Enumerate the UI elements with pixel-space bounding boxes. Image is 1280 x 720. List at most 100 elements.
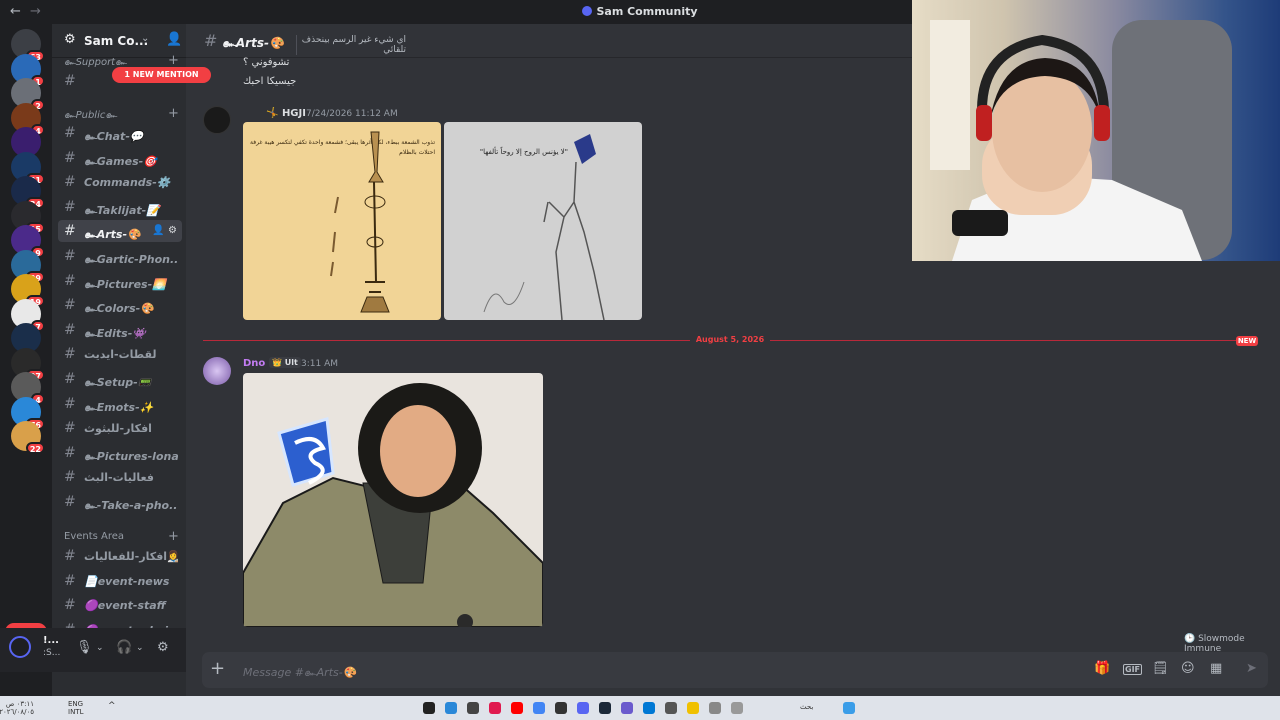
server-name: Sam Co... [84,34,149,48]
webcam-overlay [912,0,1280,261]
channel-topic[interactable]: اي شيء غير الرسم بينحذف تلقائي [296,35,406,55]
sticker-icon[interactable]: 🗒 [1152,661,1169,676]
user-settings-icon[interactable]: ⚙ [157,640,169,655]
apps-icon[interactable]: ▦ [1210,661,1222,676]
message-author[interactable]: 🤸 HGJI [266,108,306,119]
channel-item[interactable]: # ๛Colors-🎨 [58,294,182,316]
taskbar-app-icon[interactable] [643,702,655,714]
emoji-icon[interactable]: ☺ [1181,661,1195,676]
taskbar-app-icon[interactable] [687,702,699,714]
channel-settings-icon[interactable]: ⚙ [168,225,177,236]
os-taskbar: ٠٣:١١ ص ٢٠٢٦/٠٨/٠٥ ENG INTL ^ بحث [0,696,1280,720]
hashtag-icon: # [64,346,76,363]
category-events[interactable]: Events Area + [64,529,179,544]
chevron-down-icon[interactable]: ⌄ [136,643,144,653]
hashtag-icon: # [64,572,76,589]
channel-actions: 👤 ⚙ [152,225,177,236]
channel-item[interactable]: # افكار-للبثوث [58,417,182,439]
channel-item[interactable]: # ๛Pictures-lona [58,442,182,464]
taskbar-app-icon[interactable] [599,702,611,714]
upload-plus-icon[interactable]: + [210,658,225,679]
date-divider-label: August 5, 2026 [690,335,770,344]
channel-item[interactable]: # ๛-Take-a-pho... [58,491,182,513]
message-composer: + Message #๛Arts-🎨 🎁 GIF 🗒 ☺ ▦ ➤ [202,652,1268,688]
taskbar-app-icon[interactable] [467,702,479,714]
channel-item[interactable]: # ๛Taklijat-📝 [58,196,182,218]
channel-item[interactable]: # فعاليات-البث [58,466,182,488]
artwork-candle-image[interactable]: تذوب الشمعة ببطء، لكن أثرها يبقى؛ فشمعة … [243,122,441,320]
channel-item[interactable]: # ๛Games-🎯 [58,147,182,169]
headphones-icon[interactable]: 🎧 [116,640,132,655]
avatar[interactable] [9,636,31,658]
chevron-down-icon[interactable]: ⌄ [141,33,149,44]
taskbar-app-icon[interactable] [445,702,457,714]
server-header[interactable]: ⚙ Sam Co... ⌄ 👤 [52,24,186,58]
windows-start-icon[interactable] [843,702,855,714]
channel-item[interactable]: # ๛Edits-👾 [58,319,182,341]
taskbar-app-icon[interactable] [489,702,501,714]
add-channel-icon[interactable]: + [168,106,179,121]
gift-icon[interactable]: 🎁 [1094,661,1110,676]
language-indicator[interactable]: ENG INTL [68,700,84,716]
channel-name: ๛-Take-a-pho... [84,499,178,512]
server-icon[interactable]: 22 [11,421,45,454]
channel-item[interactable]: # 📄event-news [58,570,182,592]
channel-item[interactable]: # ๛Chat-💬 [58,122,182,144]
channel-title: ๛Arts-🎨 [222,36,284,50]
taskbar-app-icon[interactable] [731,702,743,714]
taskbar-app-icon[interactable] [555,702,567,714]
user-panel: !... :S... 🎙 ⌄ 🎧 ⌄ ⚙ [0,628,186,672]
add-channel-icon[interactable]: + [168,53,179,68]
add-channel-icon[interactable]: + [168,529,179,544]
message-author[interactable]: Dno [243,358,265,369]
channel-item[interactable]: # ๛Emots-✨ [58,393,182,415]
taskbar-app-icon[interactable] [621,702,633,714]
invite-people-icon[interactable]: 👤 [166,32,182,47]
channel-item[interactable]: # ๛Gartic-Phon... [58,245,182,267]
channel-name: ๛Pictures-lona [84,449,178,463]
hashtag-icon: # [64,395,76,412]
channel-item[interactable]: # افكار-للفعاليات👩‍🎨 [58,545,182,567]
taskbar-clock[interactable]: ٠٣:١١ ص ٢٠٢٦/٠٨/٠٥ [0,700,34,716]
message-timestamp: 7/24/2026 11:12 AM [306,109,398,119]
hashtag-icon: # [64,73,76,89]
taskbar-search[interactable]: بحث [800,703,813,711]
channel-item[interactable]: # Commands-⚙️ [58,171,182,193]
gif-icon[interactable]: GIF [1123,664,1143,675]
taskbar-app-icon[interactable] [533,702,545,714]
taskbar-app-icon[interactable] [511,702,523,714]
avatar[interactable] [203,357,231,385]
hashtag-icon: # [64,248,76,264]
taskbar-app-icon[interactable] [709,702,721,714]
channel-item[interactable]: # ๛Pictures-🌅 [58,270,182,292]
taskbar-app-icon[interactable] [423,702,435,714]
invite-icon[interactable]: 👤 [152,225,164,236]
message-input[interactable]: Message #๛Arts-🎨 [243,663,356,681]
avatar[interactable] [203,106,231,134]
server-settings-icon[interactable]: ⚙ [64,32,76,47]
channel-item[interactable]: # ๛Arts-🎨 👤 ⚙ [58,220,182,243]
send-icon[interactable]: ➤ [1246,661,1257,676]
channel-item[interactable]: # لقطات-ايديت [58,343,182,365]
server-list: 631243134159291979747622 [0,24,52,696]
category-public[interactable]: ๛Public๛ + [64,106,179,123]
message-timestamp: 3:11 AM [301,359,338,369]
channel-item[interactable]: # ๛Setup-📟 [58,368,182,390]
channel-name: ๛Chat-💬 [84,130,144,143]
skeleton-hand-drawing [483,134,605,320]
artwork-portrait-image[interactable] [243,373,543,627]
artwork-skeleton-hand-image[interactable]: "لا يؤنس الروح إلا روحاً تألفها" [444,122,642,320]
taskbar-app-icon[interactable] [577,702,589,714]
chevron-down-icon[interactable]: ⌄ [96,643,104,653]
microphone-icon[interactable]: 🎙 [76,640,93,655]
taskbar-app-icon[interactable] [665,702,677,714]
chevron-up-icon[interactable]: ^ [108,702,116,711]
portrait-drawing [243,383,543,627]
hashtag-icon: # [64,198,76,215]
user-info[interactable]: !... :S... 🎙 ⌄ 🎧 ⌄ ⚙ [0,628,186,672]
new-mention-pill[interactable]: 1 NEW MENTION [112,67,211,83]
user-name: !... [43,635,59,646]
channel-item[interactable]: # 🟣event-staff [58,594,182,616]
hashtag-icon: # [64,125,76,141]
mention-badge: 22 [25,442,45,454]
